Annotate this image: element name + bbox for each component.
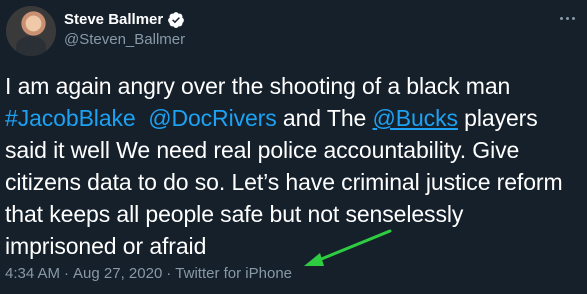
hashtag-link-jacobblake[interactable]: #JacobBlake <box>5 105 136 131</box>
mention-link-docrivers[interactable]: @DocRivers <box>148 105 277 131</box>
green-arrow-icon <box>304 229 392 266</box>
author-handle[interactable]: @Steven_Ballmer <box>64 30 185 50</box>
tweet-source-link[interactable]: Twitter for iPhone <box>175 264 292 284</box>
mention-link-bucks[interactable]: @Bucks <box>373 105 458 131</box>
more-options-icon-dot <box>571 16 575 20</box>
meta-separator: · <box>166 265 172 282</box>
tweet-text-segment <box>136 105 149 131</box>
more-options-button[interactable] <box>553 6 581 30</box>
tweet-time-link[interactable]: 4:34 AM <box>5 264 60 284</box>
author-name-row: Steve Ballmer <box>64 11 185 29</box>
author-display-name[interactable]: Steve Ballmer <box>64 11 163 29</box>
tweet-date-link[interactable]: Aug 27, 2020 <box>73 264 162 284</box>
tweet-card: Steve Ballmer @Steven_Ballmer I am again… <box>0 0 587 294</box>
more-options-icon-dot <box>565 16 569 20</box>
author-avatar[interactable] <box>6 6 56 56</box>
more-options-icon <box>559 16 563 20</box>
tweet-header: Steve Ballmer @Steven_Ballmer <box>6 6 581 56</box>
tweet-text: I am again angry over the shooting of a … <box>5 70 580 262</box>
tweet-text-segment: I am again angry over the shooting of a … <box>5 73 511 99</box>
tweet-meta: 4:34 AM · Aug 27, 2020 · Twitter for iPh… <box>5 264 292 284</box>
author-info: Steve Ballmer @Steven_Ballmer <box>64 11 185 50</box>
verified-badge-icon <box>167 11 185 29</box>
tweet-text-segment: and The <box>276 105 373 131</box>
meta-separator: · <box>64 265 70 282</box>
